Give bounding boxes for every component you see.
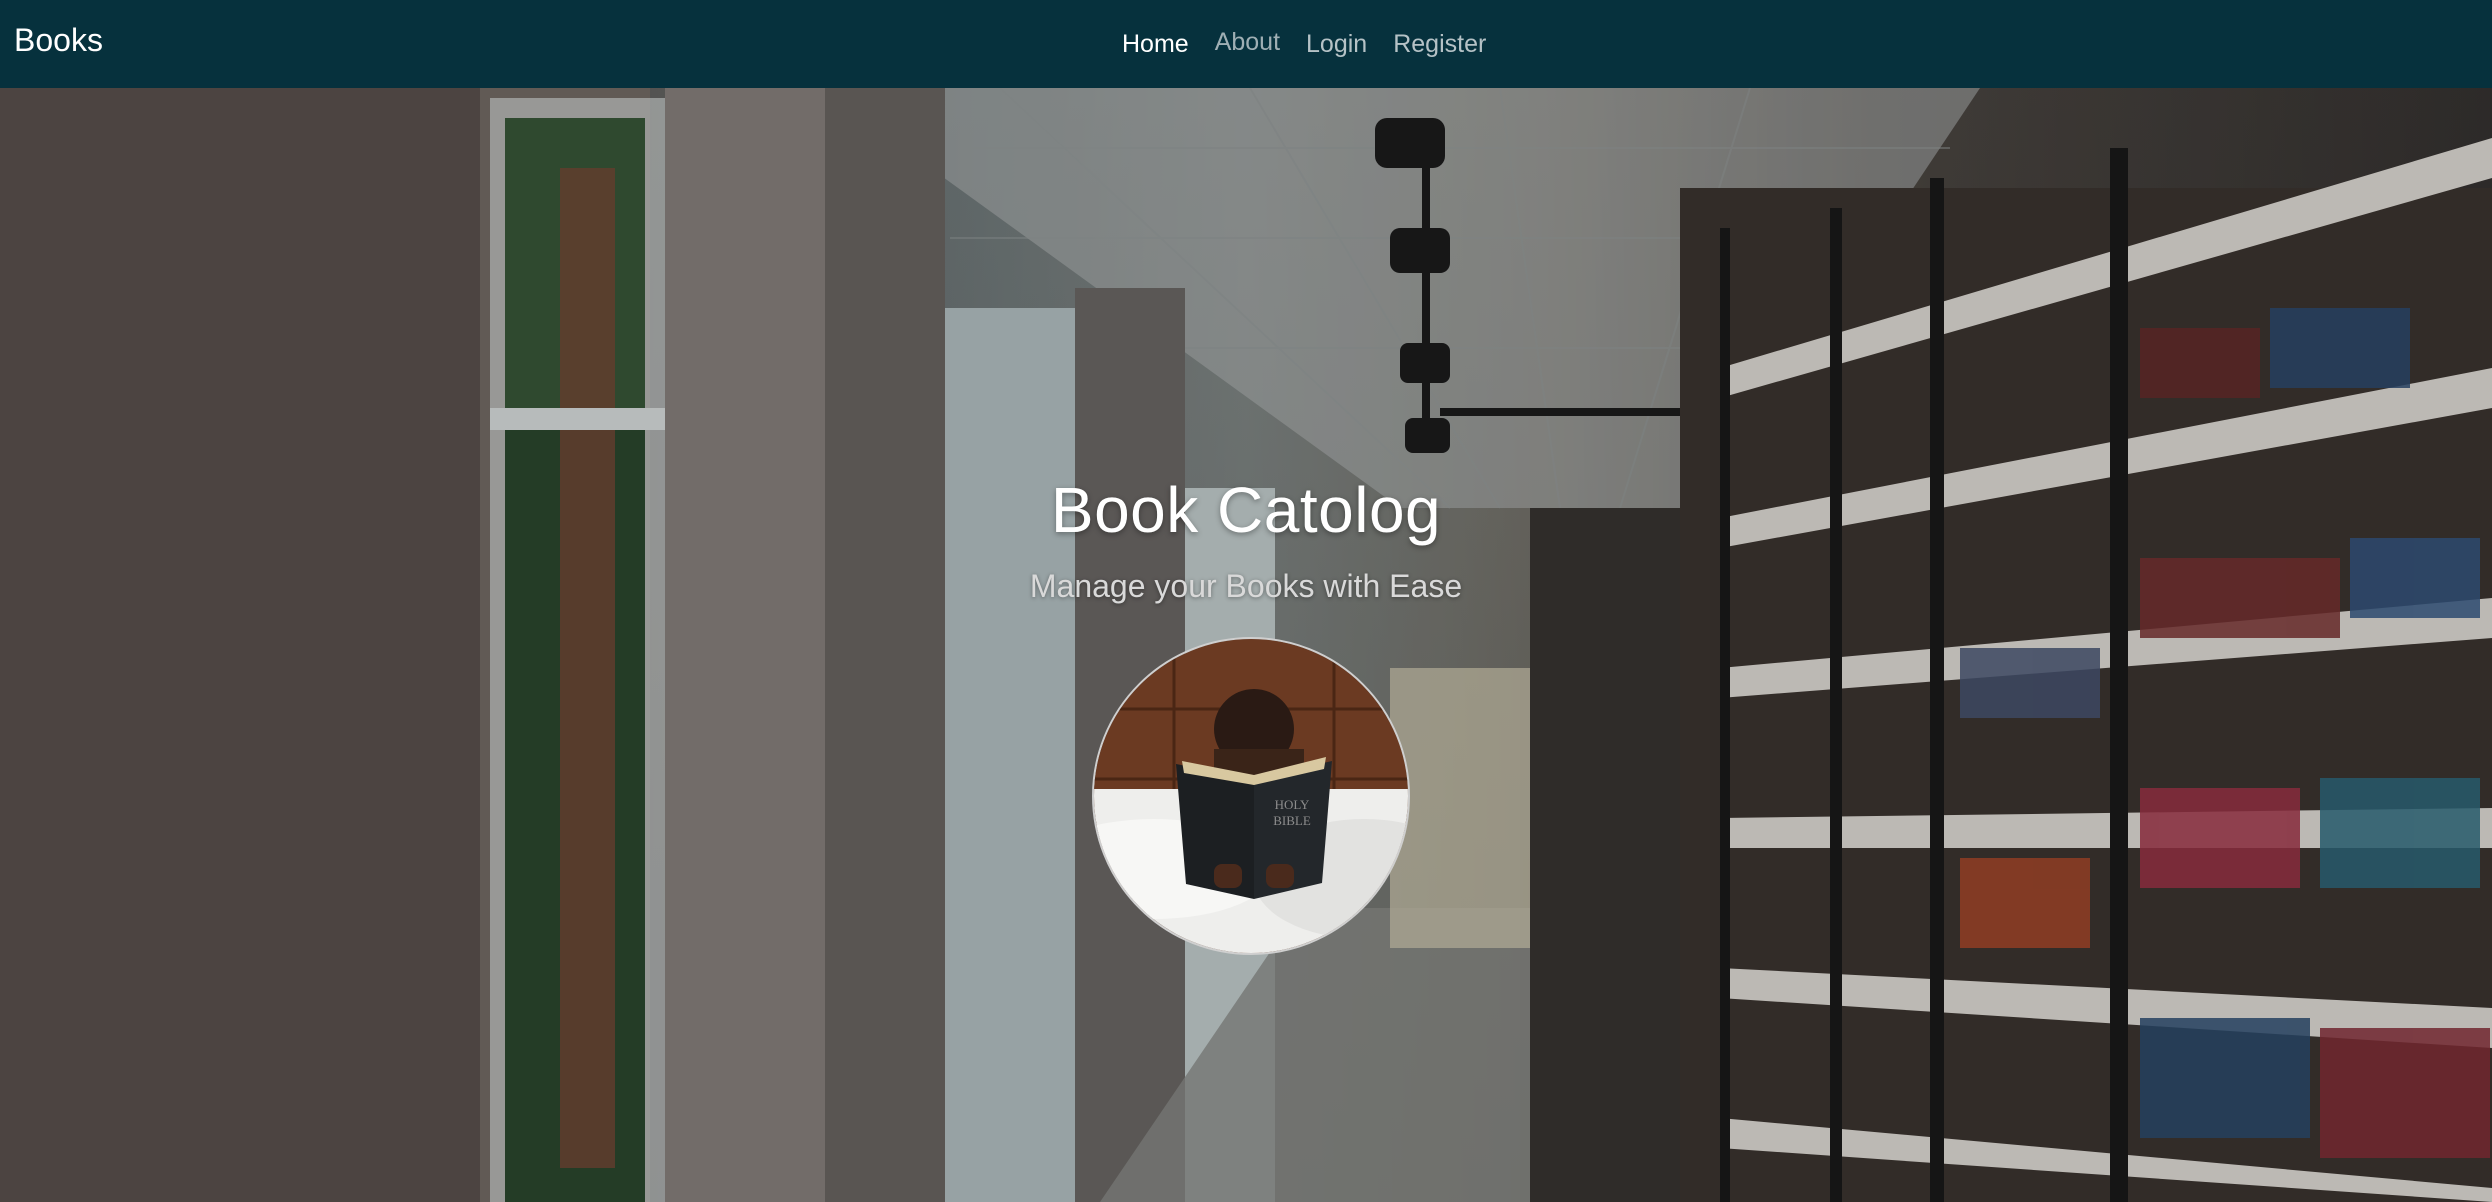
book-cover-text: HOLY — [1275, 797, 1310, 812]
reader-avatar-image: HOLY BIBLE — [1092, 637, 1410, 955]
nav-about-link[interactable]: About — [1215, 28, 1280, 57]
svg-text:BIBLE: BIBLE — [1273, 813, 1311, 828]
nav-home-link[interactable]: Home — [1122, 30, 1189, 59]
hero-section: Book Catolog Manage your Books with Ease… — [0, 88, 2492, 1202]
nav-links: Home About Login Register — [1122, 0, 1512, 88]
brand-link[interactable]: Books — [14, 22, 103, 59]
hero-title: Book Catolog — [1050, 474, 1442, 546]
top-navbar: Books Home About Login Register — [0, 0, 2492, 88]
nav-login-link[interactable]: Login — [1306, 30, 1367, 59]
hero-subtitle: Manage your Books with Ease — [1029, 568, 1463, 604]
nav-register-link[interactable]: Register — [1393, 30, 1486, 59]
